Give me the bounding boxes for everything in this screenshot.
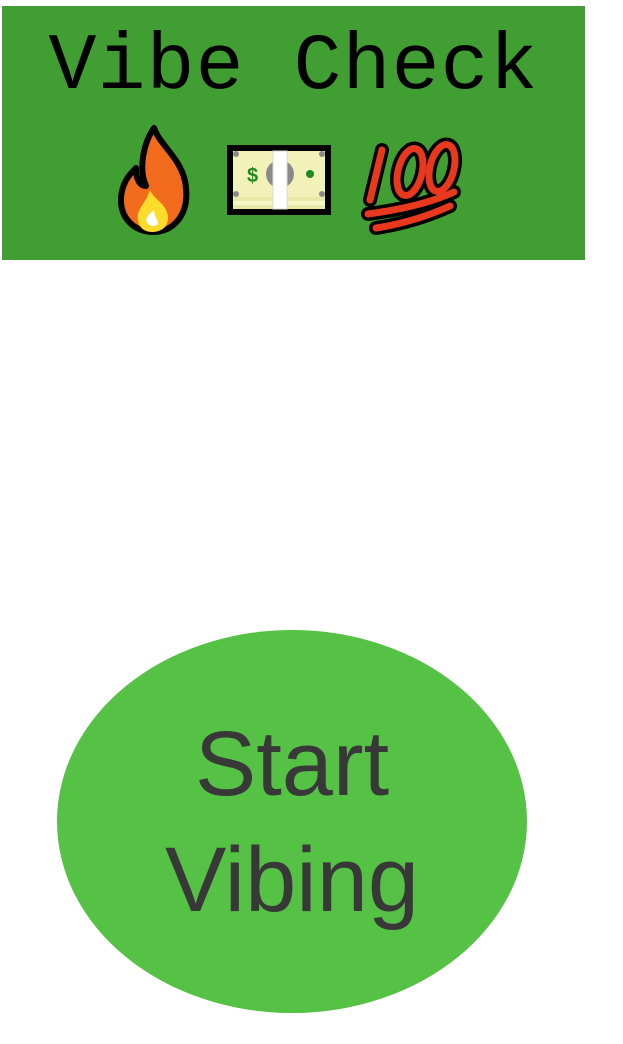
start-vibing-button[interactable]: Start Vibing [57,630,527,1013]
page: Vibe Check $ Start Vibing [0,0,623,1044]
dollar-bill-icon: $ [224,142,336,225]
fire-icon [116,124,196,241]
hundred-points-icon [358,128,470,241]
app-title: Vibe Check [48,22,539,113]
emoji-row: $ [2,124,585,240]
start-vibing-label: Start Vibing [164,712,420,931]
svg-text:$: $ [247,165,258,187]
header-banner: Vibe Check $ [2,6,585,260]
